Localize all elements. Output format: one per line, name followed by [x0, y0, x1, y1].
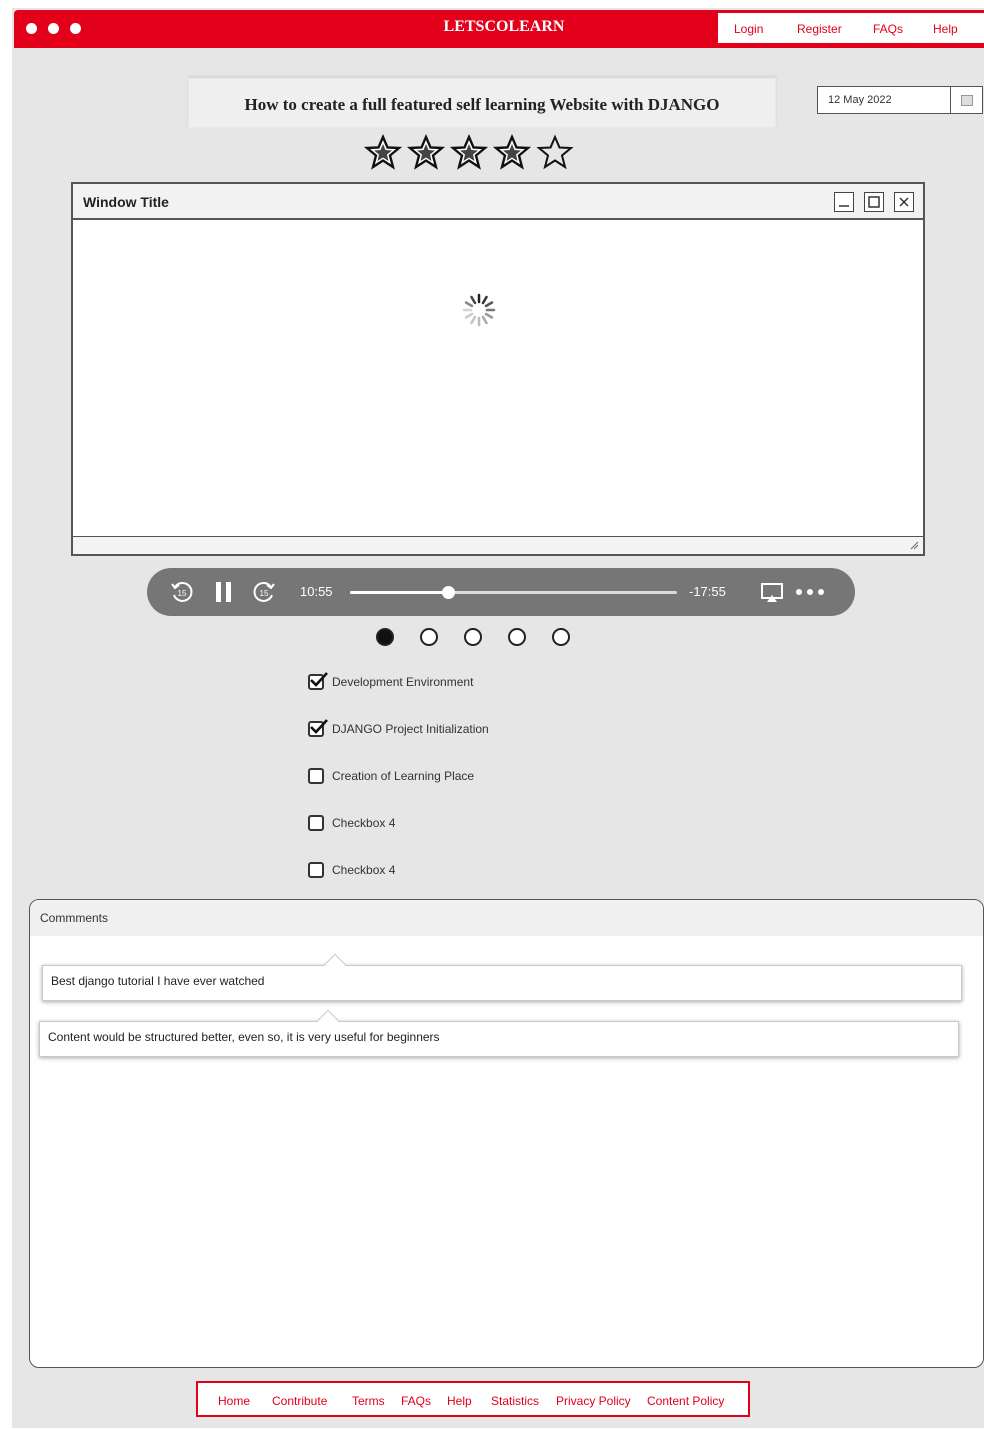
star-filled-icon[interactable]	[407, 134, 445, 170]
minimize-icon[interactable]	[834, 192, 854, 212]
window-dot-icon	[26, 23, 37, 34]
forward-15-icon[interactable]: 15	[251, 579, 277, 605]
checkbox-unchecked[interactable]	[308, 862, 324, 878]
course-title: How to create a full featured self learn…	[244, 95, 720, 114]
checklist-label: Creation of Learning Place	[332, 769, 475, 783]
pager-dot[interactable]	[508, 628, 526, 646]
footer-link-content-policy[interactable]: Content Policy	[647, 1394, 724, 1408]
footer-link-faqs[interactable]: FAQs	[401, 1394, 431, 1408]
checklist-item[interactable]: Creation of Learning Place	[308, 766, 474, 786]
checklist-item[interactable]: Checkbox 4	[308, 813, 395, 833]
footer-link-terms[interactable]: Terms	[352, 1394, 385, 1408]
loading-spinner-icon	[462, 293, 496, 327]
checklist-label: Checkbox 4	[332, 863, 396, 877]
pager-dot[interactable]	[376, 628, 394, 646]
checkmark-icon	[310, 719, 328, 734]
video-window: Window Title	[71, 182, 925, 556]
pager-dot[interactable]	[464, 628, 482, 646]
close-icon[interactable]	[894, 192, 914, 212]
window-title: Window Title	[83, 194, 169, 210]
svg-text:15: 15	[260, 589, 269, 598]
date-value: 12 May 2022	[828, 94, 892, 106]
window-dot-icon	[70, 23, 81, 34]
rating-stars[interactable]	[364, 134, 579, 172]
register-link[interactable]: Register	[797, 22, 842, 36]
help-link[interactable]: Help	[933, 22, 958, 36]
rewind-15-icon[interactable]: 15	[169, 579, 195, 605]
star-filled-icon[interactable]	[493, 134, 531, 170]
progress-slider[interactable]	[350, 586, 677, 599]
checklist-label: DJANGO Project Initialization	[332, 722, 489, 736]
more-icon[interactable]	[795, 588, 827, 596]
checkbox-checked[interactable]	[308, 672, 328, 690]
star-filled-icon[interactable]	[450, 134, 488, 170]
svg-text:15: 15	[178, 589, 187, 598]
footer-link-privacy-policy[interactable]: Privacy Policy	[556, 1394, 631, 1408]
calendar-icon	[961, 95, 973, 106]
pause-icon[interactable]	[213, 580, 235, 604]
comments-title: Commments	[40, 911, 109, 925]
course-title-box: How to create a full featured self learn…	[188, 78, 776, 128]
date-picker[interactable]: 12 May 2022	[817, 86, 983, 114]
airplay-icon[interactable]	[760, 582, 784, 604]
footer-link-contribute[interactable]: Contribute	[272, 1394, 327, 1408]
checklist-label: Development Environment	[332, 675, 474, 689]
star-empty-icon[interactable]	[536, 134, 574, 170]
calendar-button[interactable]	[950, 87, 982, 113]
checkbox-unchecked[interactable]	[308, 815, 324, 831]
checklist-item[interactable]: Checkbox 4	[308, 860, 395, 880]
elapsed-time: 10:55	[300, 584, 333, 599]
comments-header: Commments	[30, 900, 983, 936]
window-title-bar: Window Title	[73, 184, 923, 220]
footer-nav: Home Contribute Terms FAQs Help Statisti…	[196, 1381, 750, 1417]
checklist-item[interactable]: DJANGO Project Initialization	[308, 719, 489, 739]
footer-link-help[interactable]: Help	[447, 1394, 472, 1408]
comments-panel: Commments Best django tutorial I have ev…	[29, 899, 984, 1368]
window-status-bar	[73, 536, 923, 554]
pager-dot[interactable]	[552, 628, 570, 646]
comment-text: Best django tutorial I have ever watched	[51, 974, 265, 988]
checklist-label: Checkbox 4	[332, 816, 396, 830]
footer-link-home[interactable]: Home	[218, 1394, 250, 1408]
maximize-icon[interactable]	[864, 192, 884, 212]
checklist-item[interactable]: Development Environment	[308, 672, 473, 692]
brand-logo: LETSCOLEARN	[443, 18, 565, 35]
checkbox-unchecked[interactable]	[308, 768, 324, 784]
star-filled-icon[interactable]	[364, 134, 402, 170]
progress-fill	[350, 591, 449, 594]
comment-text: Content would be structured better, even…	[48, 1030, 440, 1044]
footer-link-statistics[interactable]: Statistics	[491, 1394, 539, 1408]
comment-item: Content would be structured better, even…	[39, 1009, 959, 1057]
remaining-time: -17:55	[689, 584, 726, 599]
pager-dot[interactable]	[420, 628, 438, 646]
faqs-link[interactable]: FAQs	[873, 22, 903, 36]
login-link[interactable]: Login	[734, 22, 763, 36]
comment-item: Best django tutorial I have ever watched	[42, 953, 962, 1001]
top-nav: Login Register FAQs Help	[718, 13, 984, 43]
window-dot-icon	[48, 23, 59, 34]
video-player-controls: 15 15 10:55 -17:55	[147, 568, 855, 616]
progress-knob[interactable]	[442, 586, 456, 599]
resize-grip-icon[interactable]	[909, 540, 919, 550]
checkbox-checked[interactable]	[308, 719, 328, 737]
checkmark-icon	[310, 672, 328, 687]
